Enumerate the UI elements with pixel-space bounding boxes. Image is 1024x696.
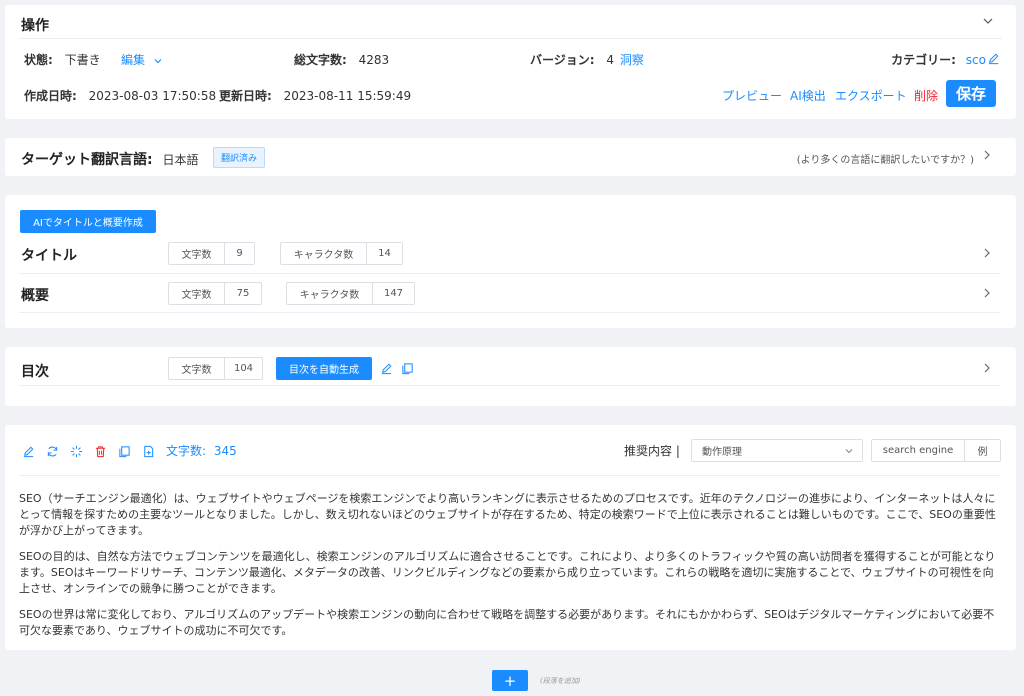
updated-value: 2023-08-11 15:59:49 — [283, 89, 412, 103]
toc-expand-chevron-icon[interactable] — [982, 362, 992, 377]
keyword-input-group[interactable]: search engine 例 — [871, 439, 1001, 462]
version-label: バージョン: — [530, 53, 595, 67]
created-value: 2023-08-03 17:50:58 — [88, 89, 217, 103]
more-languages-link[interactable]: (より多くの言語に翻訳したいですか？) — [797, 151, 974, 166]
content-panel: 文字数: 345 推奨内容 | 動作原理 search engine 例 SEO… — [5, 425, 1016, 650]
category-label: カテゴリー: — [891, 53, 956, 67]
paragraph[interactable]: SEO（サーチエンジン最適化）は、ウェブサイトやウェブページを検索エンジンでより… — [19, 491, 1002, 539]
target-language-panel: ターゲット翻訳言語: 日本語 翻訳済み (より多くの言語に翻訳したいですか？) — [5, 138, 1016, 176]
sparkle-icon[interactable] — [70, 444, 83, 458]
title-summary-panel: AIでタイトルと概要作成 タイトル 文字数 9 キャラクタ数 14 概要 文字数… — [5, 195, 1016, 328]
divider — [19, 475, 1000, 476]
chevron-down-icon — [845, 449, 853, 454]
export-link[interactable]: エクスポート — [835, 87, 907, 104]
version-insight-link[interactable]: 洞察 — [620, 53, 644, 67]
example-button[interactable]: 例 — [965, 440, 1000, 461]
paragraph[interactable]: SEOの世界は常に変化しており、アルゴリズムのアップデートや検索エンジンの動向に… — [19, 607, 1002, 639]
divider — [19, 385, 1000, 386]
version-field: バージョン: 4 洞察 — [530, 51, 644, 68]
content-body[interactable]: SEO（サーチエンジン最適化）は、ウェブサイトやウェブページを検索エンジンでより… — [19, 491, 1002, 649]
total-chars-value: 4283 — [358, 53, 390, 67]
operations-heading: 操作 — [21, 18, 49, 34]
title-expand-chevron-icon[interactable] — [982, 247, 992, 262]
edit-pencil-icon[interactable] — [22, 444, 35, 458]
status-value: 下書き — [64, 53, 101, 67]
summary-word-count: 文字数 75 — [168, 282, 262, 305]
version-value: 4 — [606, 53, 615, 67]
delete-link[interactable]: 削除 — [914, 87, 938, 104]
target-language-value: 日本語 — [162, 153, 199, 167]
edit-status-dropdown[interactable]: 編集 — [121, 51, 163, 68]
save-button[interactable]: 保存 — [946, 80, 996, 107]
recommend-select-value: 動作原理 — [702, 447, 742, 458]
edit-category-pencil-icon[interactable] — [987, 51, 1000, 65]
category-field: カテゴリー: sco — [891, 51, 986, 68]
title-char-count: キャラクタ数 14 — [280, 242, 403, 265]
copy-toc-icon[interactable] — [401, 361, 414, 375]
recommend-label: 推奨内容 | — [624, 444, 680, 458]
chevron-down-icon — [154, 58, 162, 63]
toc-label: 目次 — [21, 364, 49, 380]
target-language-label: ターゲット翻訳言語: — [21, 152, 153, 168]
toc-word-count: 文字数 104 — [168, 357, 263, 380]
title-word-count: 文字数 9 — [168, 242, 255, 265]
trash-icon[interactable] — [94, 444, 107, 458]
preview-link[interactable]: プレビュー — [722, 87, 782, 104]
ai-title-summary-button[interactable]: AIでタイトルと概要作成 — [20, 210, 156, 233]
total-chars-field: 総文字数: 4283 — [294, 51, 389, 68]
status-label: 状態: — [24, 53, 53, 67]
summary-label: 概要 — [21, 288, 49, 304]
operations-panel: 操作 状態: 下書き 編集 総文字数: 4283 バージョン: 4 洞察 カテゴ… — [5, 5, 1016, 119]
translated-badge: 翻訳済み — [213, 147, 266, 168]
refresh-icon[interactable] — [46, 444, 59, 458]
divider — [19, 38, 1002, 39]
content-word-count: 文字数: 345 — [166, 444, 237, 458]
created-label: 作成日時: — [24, 89, 77, 103]
title-label: タイトル — [21, 248, 77, 264]
divider — [19, 312, 1000, 313]
copy-icon[interactable] — [118, 444, 131, 458]
updated-field: 更新日時: 2023-08-11 15:59:49 — [219, 87, 411, 104]
recommend-select[interactable]: 動作原理 — [691, 439, 863, 462]
total-chars-label: 総文字数: — [294, 53, 347, 67]
toc-panel: 目次 文字数 104 目次を自動生成 — [5, 347, 1016, 406]
add-paragraph-button[interactable]: + — [492, 670, 528, 691]
add-paragraph-hint: (段落を追加) — [540, 677, 581, 685]
edit-toc-pencil-icon[interactable] — [380, 361, 393, 375]
summary-char-count: キャラクタ数 147 — [286, 282, 415, 305]
edit-label: 編集 — [121, 53, 146, 67]
add-document-icon[interactable] — [142, 444, 155, 458]
auto-generate-toc-button[interactable]: 目次を自動生成 — [276, 357, 372, 380]
divider — [19, 273, 1000, 274]
summary-expand-chevron-icon[interactable] — [982, 287, 992, 302]
paragraph[interactable]: SEOの目的は、自然な方法でウェブコンテンツを最適化し、検索エンジンのアルゴリズ… — [19, 549, 1002, 597]
created-field: 作成日時: 2023-08-03 17:50:58 — [24, 87, 216, 104]
keyword-value[interactable]: search engine — [872, 440, 965, 461]
status-field: 状態: 下書き — [24, 51, 101, 68]
ai-detect-link[interactable]: AI検出 — [790, 87, 826, 104]
collapse-chevron-icon[interactable] — [982, 15, 994, 30]
chevron-right-icon[interactable] — [982, 149, 992, 164]
category-value[interactable]: sco — [966, 53, 986, 67]
content-toolbar: 文字数: 345 — [22, 442, 237, 459]
updated-label: 更新日時: — [219, 89, 272, 103]
